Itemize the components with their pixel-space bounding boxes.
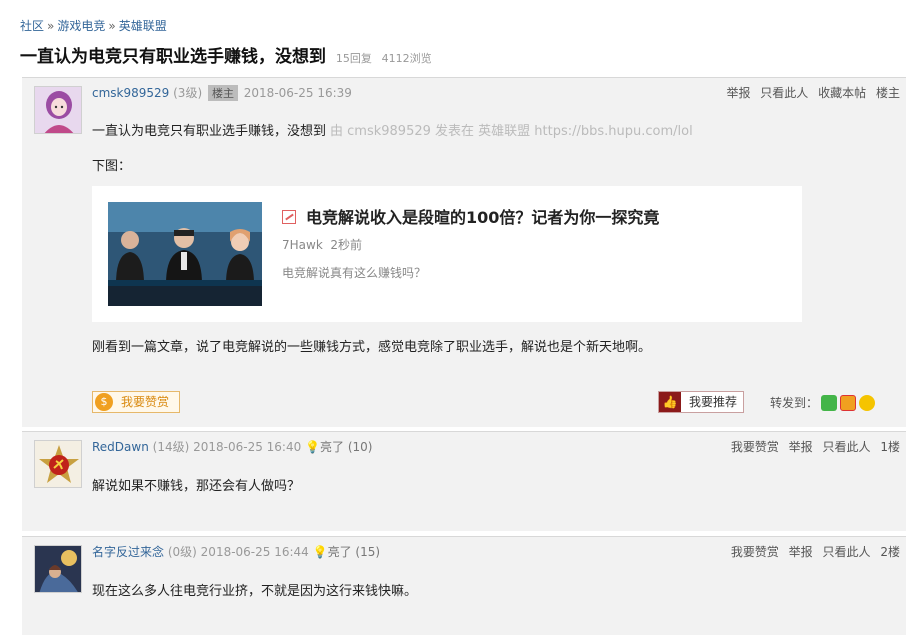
avatar[interactable] bbox=[34, 440, 82, 488]
user-level: (3级) bbox=[173, 86, 203, 100]
qzone-icon[interactable] bbox=[859, 395, 876, 411]
crumb-separator: » bbox=[47, 19, 55, 33]
article-author: 7Hawk bbox=[282, 238, 323, 252]
avatar[interactable] bbox=[34, 86, 82, 134]
post-time: 2018-06-25 16:39 bbox=[243, 86, 352, 100]
owner-badge: 楼主 bbox=[207, 85, 238, 101]
wechat-icon[interactable] bbox=[821, 395, 838, 411]
reply-content: 现在这么多人往电竞行业挤，不就是因为这行来钱快嘛。 bbox=[92, 584, 418, 599]
reply-count: 15回复 bbox=[335, 52, 372, 65]
avatar-image bbox=[35, 441, 81, 487]
article-thumbnail bbox=[108, 202, 262, 306]
reward-link[interactable]: 我要赞赏 bbox=[731, 545, 779, 559]
user-level: (0级) bbox=[167, 545, 197, 559]
reply-content: 解说如果不赚钱，那还会有人做吗？ bbox=[92, 479, 301, 494]
post-actions: 我要赞赏 举报 只看此人 1楼 bbox=[725, 438, 900, 455]
post-text-line2: 下图： bbox=[92, 159, 132, 174]
floor-label: 1楼 bbox=[880, 440, 900, 454]
view-count: 4112浏览 bbox=[381, 52, 432, 65]
post-text-line1: 一直认为电竞只有职业选手赚钱，没想到 bbox=[92, 124, 327, 139]
article-thumbnail-image bbox=[108, 202, 262, 306]
user-level: (14级) bbox=[152, 440, 190, 454]
share-bar: 转发到： bbox=[770, 394, 876, 411]
avatar-image bbox=[35, 546, 81, 592]
crumb-game-esports[interactable]: 游戏电竞 bbox=[57, 19, 105, 33]
username-link[interactable]: cmsk989529 bbox=[92, 86, 169, 100]
light-up-count: 亮了 (15) bbox=[327, 545, 381, 559]
post-meta: cmsk989529 (3级) 楼主 2018-06-25 16:39 bbox=[92, 84, 352, 101]
post-actions: 我要赞赏 举报 只看此人 2楼 bbox=[725, 543, 900, 560]
share-label: 转发到： bbox=[770, 396, 819, 410]
article-title[interactable]: 电竞解说收入是段暄的100倍？记者为你一探究竟 bbox=[282, 204, 659, 228]
crumb-community[interactable]: 社区 bbox=[20, 19, 44, 33]
posted-via: 由 cmsk989529 发表在 英雄联盟 https://bbs.hupu.c… bbox=[330, 124, 693, 139]
light-up-button[interactable]: 💡亮了 (10) bbox=[305, 440, 372, 454]
article-card[interactable]: 电竞解说收入是段暄的100倍？记者为你一探究竟 7Hawk 2秒前 电竞解说真有… bbox=[92, 186, 802, 322]
article-description: 电竞解说真有这么赚钱吗？ bbox=[282, 266, 427, 280]
report-link[interactable]: 举报 bbox=[789, 440, 813, 454]
light-up-button[interactable]: 💡亮了 (15) bbox=[313, 545, 380, 559]
floor-label: 2楼 bbox=[880, 545, 900, 559]
floor-label: 楼主 bbox=[875, 86, 900, 100]
only-this-user-link[interactable]: 只看此人 bbox=[823, 545, 871, 559]
article-title-text: 电竞解说收入是段暄的100倍？记者为你一探究竟 bbox=[306, 208, 660, 227]
reward-link[interactable]: 我要赞赏 bbox=[731, 440, 779, 454]
thread-header: 一直认为电竞只有职业选手赚钱，没想到 15回复 4112浏览 bbox=[20, 42, 432, 67]
article-age: 2秒前 bbox=[330, 238, 363, 252]
post-actions: 举报 只看此人 收藏本帖 楼主 bbox=[720, 84, 900, 101]
post-text-line3: 刚看到一篇文章，说了电竞解说的一些赚钱方式，感觉电竞除了职业选手，解说也是个新天… bbox=[92, 340, 652, 355]
light-up-count: 亮了 (10) bbox=[320, 440, 373, 454]
report-link[interactable]: 举报 bbox=[726, 86, 750, 100]
reward-button[interactable]: $ 我要赞赏 bbox=[92, 391, 180, 413]
thumbs-up-icon: 👍 bbox=[659, 392, 681, 412]
avatar[interactable] bbox=[34, 545, 82, 593]
bulb-icon: 💡 bbox=[305, 440, 321, 454]
favorite-link[interactable]: 收藏本帖 bbox=[818, 86, 866, 100]
reply-post: RedDawn (14级) 2018-06-25 16:40 💡亮了 (10) … bbox=[22, 431, 906, 531]
reply-post: 名字反过来念 (0级) 2018-06-25 16:44 💡亮了 (15) 我要… bbox=[22, 536, 906, 635]
reward-label: 我要赞赏 bbox=[121, 395, 170, 409]
bulb-icon: 💡 bbox=[312, 545, 328, 559]
crumb-separator: » bbox=[108, 19, 116, 33]
post-line: 一直认为电竞只有职业选手赚钱，没想到由 cmsk989529 发表在 英雄联盟 … bbox=[92, 120, 693, 139]
post-meta: RedDawn (14级) 2018-06-25 16:40 💡亮了 (10) bbox=[92, 438, 372, 455]
only-this-user-link[interactable]: 只看此人 bbox=[823, 440, 871, 454]
recommend-button[interactable]: 👍 我要推荐 bbox=[658, 391, 744, 413]
post-meta: 名字反过来念 (0级) 2018-06-25 16:44 💡亮了 (15) bbox=[92, 543, 380, 560]
article-meta: 7Hawk 2秒前 bbox=[282, 236, 362, 253]
username-link[interactable]: 名字反过来念 bbox=[92, 545, 164, 559]
crumb-lol[interactable]: 英雄联盟 bbox=[119, 19, 167, 33]
avatar-image bbox=[35, 87, 81, 133]
main-post: cmsk989529 (3级) 楼主 2018-06-25 16:39 举报 只… bbox=[22, 77, 906, 427]
recommend-label: 我要推荐 bbox=[689, 395, 738, 409]
weibo-icon[interactable] bbox=[840, 395, 857, 411]
report-link[interactable]: 举报 bbox=[789, 545, 813, 559]
post-time: 2018-06-25 16:44 bbox=[200, 545, 309, 559]
breadcrumb: 社区» 游戏电竞» 英雄联盟 bbox=[20, 17, 167, 34]
username-link[interactable]: RedDawn bbox=[92, 440, 149, 454]
broken-image-icon bbox=[282, 210, 296, 224]
post-time: 2018-06-25 16:40 bbox=[193, 440, 302, 454]
coin-icon: $ bbox=[95, 393, 113, 411]
page-title: 一直认为电竞只有职业选手赚钱，没想到 bbox=[20, 47, 326, 67]
only-this-user-link[interactable]: 只看此人 bbox=[760, 86, 808, 100]
